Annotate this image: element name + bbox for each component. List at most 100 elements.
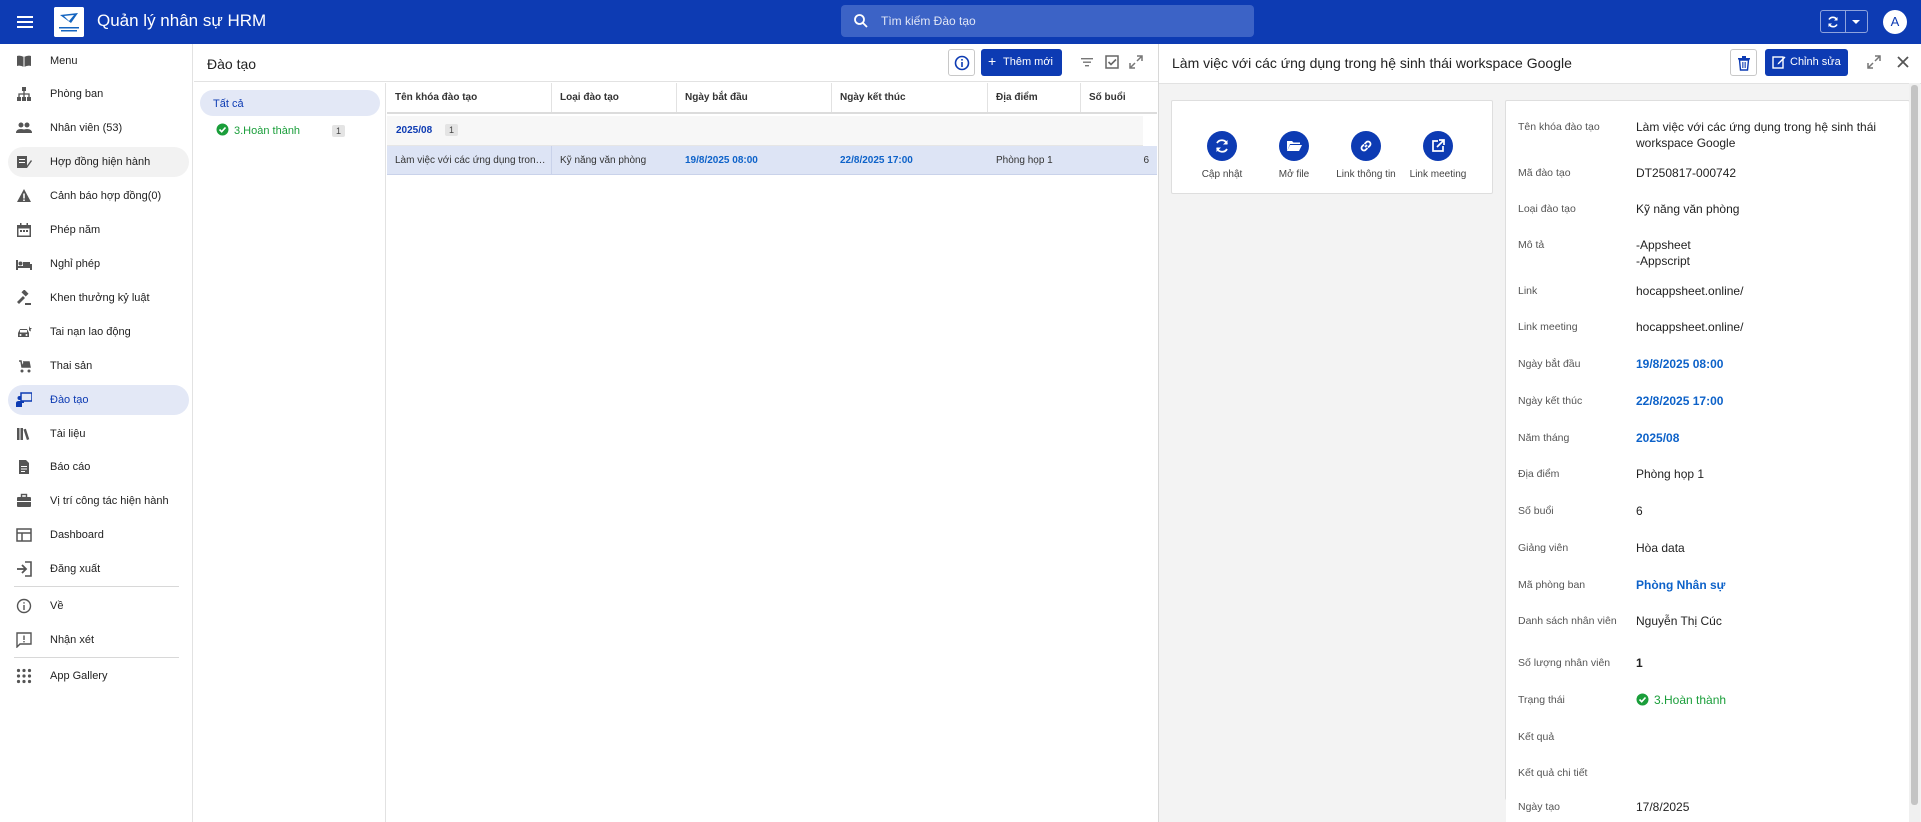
sidebar-item-contracts[interactable]: Hợp đồng hiện hành xyxy=(8,147,189,177)
app-title: Quản lý nhân sự HRM xyxy=(97,11,267,30)
sidebar-item-departments[interactable]: Phòng ban xyxy=(8,79,189,109)
cell-course-name: Làm việc với các ứng dụng trong hệ sinh … xyxy=(387,146,552,175)
field-label: Link meeting xyxy=(1518,321,1578,333)
sync-icon xyxy=(1826,15,1840,29)
column-header-sessions[interactable]: Số buổi xyxy=(1081,83,1151,112)
sidebar-item-label: Vị trí công tác hiện hành xyxy=(50,495,169,507)
sidebar-item-feedback[interactable]: Nhận xét xyxy=(8,625,189,655)
bed-icon xyxy=(16,256,32,272)
column-header-training-type[interactable]: Loại đào tạo xyxy=(552,83,677,112)
sidebar-item-menu[interactable]: Menu xyxy=(8,46,189,76)
action-label: Mở file xyxy=(1278,169,1310,180)
sidebar-item-logout[interactable]: Đăng xuất xyxy=(8,554,189,584)
sidebar-item-current-positions[interactable]: Vị trí công tác hiện hành xyxy=(8,486,189,516)
folder-open-icon xyxy=(1279,131,1309,161)
sidebar-item-app-gallery[interactable]: App Gallery xyxy=(8,661,189,691)
sidebar-item-reports[interactable]: Báo cáo xyxy=(8,452,189,482)
field-label: Năm tháng xyxy=(1518,432,1570,444)
sidebar-item-about[interactable]: Về xyxy=(8,591,189,621)
hamburger-menu-icon[interactable] xyxy=(14,11,36,33)
group-filter-label: 3.Hoàn thành xyxy=(234,125,301,137)
close-icon[interactable] xyxy=(1895,54,1911,70)
field-label: Link xyxy=(1518,285,1538,297)
sidebar-item-label: Dashboard xyxy=(50,529,104,541)
field-label: Ngày bắt đầu xyxy=(1518,358,1581,370)
delete-button[interactable] xyxy=(1730,49,1757,76)
sidebar-item-rewards-discipline[interactable]: Khen thưởng kỷ luật xyxy=(8,283,189,313)
field-value-employee-list[interactable]: Nguyễn Thị Cúc xyxy=(1636,613,1886,629)
action-label: Link thông tin xyxy=(1336,169,1396,180)
field-value-year-month[interactable]: 2025/08 xyxy=(1636,430,1886,446)
field-value-meeting-link[interactable]: hocappsheet.online/ xyxy=(1636,319,1886,335)
group-filter-completed[interactable]: 3.Hoàn thành 1 xyxy=(216,122,376,140)
column-header-end-date[interactable]: Ngày kết thúc xyxy=(832,83,988,112)
expand-icon[interactable] xyxy=(1128,54,1144,70)
search-icon xyxy=(853,13,869,29)
expand-icon[interactable] xyxy=(1866,54,1882,70)
sidebar-item-label: Phép năm xyxy=(50,224,101,236)
group-row[interactable]: 2025/08 1 xyxy=(387,116,1143,146)
search-input[interactable] xyxy=(881,5,1241,37)
add-new-button[interactable]: + Thêm mới xyxy=(981,49,1062,76)
action-info-link[interactable]: Link thông tin xyxy=(1330,131,1402,181)
sidebar-item-leave[interactable]: Nghỉ phép xyxy=(8,249,189,279)
field-value-created-date: 17/8/2025 xyxy=(1636,800,1690,814)
field-label: Giảng viên xyxy=(1518,542,1569,554)
filter-icon[interactable] xyxy=(1079,54,1095,70)
field-label: Số buổi xyxy=(1518,505,1554,517)
sidebar-item-work-accidents[interactable]: Tai nạn lao động xyxy=(8,317,189,347)
edit-label: Chỉnh sửa xyxy=(1790,56,1841,68)
cell-training-type: Kỹ năng văn phòng xyxy=(560,155,647,166)
sidebar-item-documents[interactable]: Tài liệu xyxy=(8,419,189,449)
sidebar-item-employees[interactable]: Nhân viên (53) xyxy=(8,113,189,143)
sidebar-item-training[interactable]: Đào tạo xyxy=(8,385,189,415)
sidebar-item-contract-warning[interactable]: Cảnh báo hợp đồng(0) xyxy=(8,181,189,211)
app-logo xyxy=(54,7,84,37)
detail-scrollbar[interactable] xyxy=(1909,83,1920,822)
feedback-icon xyxy=(16,632,32,648)
training-icon xyxy=(16,392,32,408)
top-app-bar: Quản lý nhân sự HRM A xyxy=(0,0,1921,44)
field-value-department[interactable]: Phòng Nhân sự xyxy=(1636,577,1886,593)
group-filter-all[interactable]: Tất cả xyxy=(200,90,380,116)
sidebar-item-maternity[interactable]: Thai sản xyxy=(8,351,189,381)
scrollbar-thumb[interactable] xyxy=(1911,85,1918,805)
count-badge: 1 xyxy=(445,124,459,136)
field-value-description: -Appsheet -Appscript xyxy=(1636,238,1691,268)
cell-location: Phòng họp 1 xyxy=(996,155,1053,166)
chevron-down-icon[interactable] xyxy=(1851,19,1861,25)
table-row[interactable]: Làm việc với các ứng dụng trong hệ sinh … xyxy=(387,146,1157,175)
sidebar-item-label: Về xyxy=(50,600,64,612)
avatar[interactable]: A xyxy=(1883,10,1907,34)
check-circle-icon xyxy=(216,123,229,136)
select-checkbox-icon[interactable] xyxy=(1104,54,1120,70)
link-icon xyxy=(1351,131,1381,161)
plus-icon: + xyxy=(988,53,997,69)
cell-end-date: 22/8/2025 17:00 xyxy=(840,155,913,166)
sync-button[interactable] xyxy=(1820,10,1868,33)
field-value-link[interactable]: hocappsheet.online/ xyxy=(1636,283,1886,299)
column-header-start-date[interactable]: Ngày bắt đầu xyxy=(677,83,832,112)
edit-button[interactable]: Chỉnh sửa xyxy=(1765,49,1848,76)
add-new-label: Thêm mới xyxy=(1003,56,1053,68)
info-button[interactable] xyxy=(948,49,975,76)
sidebar-item-annual-leave[interactable]: Phép năm xyxy=(8,215,189,245)
cell-sessions: 6 xyxy=(1143,155,1149,166)
column-header-location[interactable]: Địa điểm xyxy=(988,83,1081,112)
search-bar[interactable] xyxy=(841,5,1254,37)
column-header-course-name[interactable]: Tên khóa đào tạo xyxy=(387,83,552,112)
action-bar: Cập nhật Mở file Link thông tin Link mee… xyxy=(1171,100,1493,194)
cell-start-date: 19/8/2025 08:00 xyxy=(685,155,758,166)
field-label: Mô tả xyxy=(1518,239,1545,251)
check-circle-icon xyxy=(1636,693,1649,706)
field-label: Kết quả xyxy=(1518,731,1555,743)
sidebar-item-dashboard[interactable]: Dashboard xyxy=(8,520,189,550)
action-label: Link meeting xyxy=(1409,169,1467,180)
action-open-file[interactable]: Mở file xyxy=(1258,131,1330,181)
action-meeting-link[interactable]: Link meeting xyxy=(1402,131,1474,181)
sidebar-item-label: Hợp đồng hiện hành xyxy=(50,156,151,168)
action-update[interactable]: Cập nhật xyxy=(1186,131,1258,181)
field-label: Tên khóa đào tạo xyxy=(1518,121,1600,133)
field-label: Địa điểm xyxy=(1518,468,1560,480)
logout-icon xyxy=(16,561,32,577)
